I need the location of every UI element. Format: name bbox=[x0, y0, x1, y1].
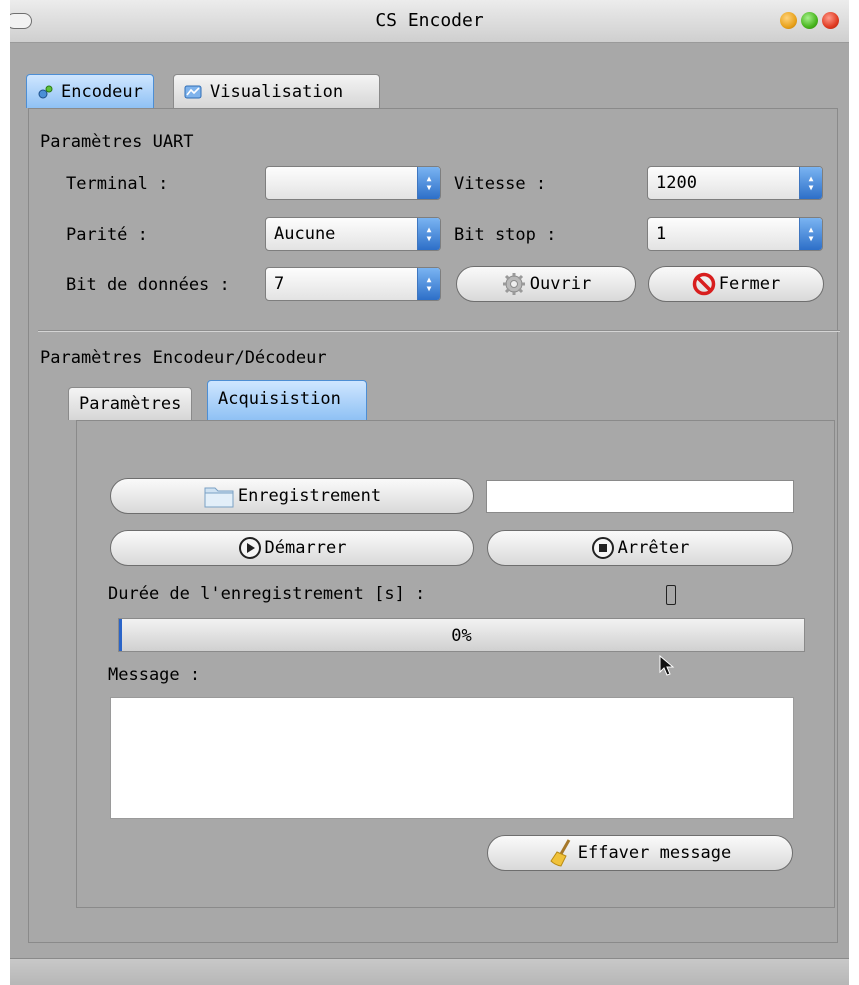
window-title: CS Encoder bbox=[375, 10, 484, 31]
demarrer-button-label: Démarrer bbox=[264, 538, 347, 558]
parite-select[interactable]: Aucune ▲ ▼ bbox=[265, 217, 441, 251]
no-entry-icon bbox=[692, 272, 716, 296]
fermer-button-label: Fermer bbox=[718, 274, 781, 294]
filename-field[interactable] bbox=[486, 480, 794, 513]
tab-visualisation-label: Visualisation bbox=[210, 81, 344, 102]
encoder-icon bbox=[37, 84, 53, 100]
section-divider bbox=[38, 330, 840, 332]
title-bar: CS Encoder bbox=[10, 0, 849, 43]
tab-parametres[interactable]: Paramètres bbox=[68, 387, 193, 420]
vitesse-select-value: 1200 bbox=[656, 173, 697, 193]
app-window: CS Encoder Encodeur Visualisation Paramè… bbox=[10, 0, 849, 985]
bit-donnees-label: Bit de données : bbox=[66, 275, 230, 295]
fermer-button[interactable]: Fermer bbox=[648, 266, 824, 302]
terminal-label: Terminal : bbox=[66, 174, 169, 194]
tab-acquisition-label: Acquisistion bbox=[218, 389, 341, 409]
gear-icon bbox=[501, 271, 527, 297]
tab-encodeur-label: Encodeur bbox=[61, 81, 143, 102]
ouvrir-button[interactable]: Ouvrir bbox=[456, 266, 636, 302]
effacer-message-button[interactable]: Effaver message bbox=[487, 835, 793, 871]
tab-parametres-label: Paramètres bbox=[79, 394, 182, 414]
message-area[interactable] bbox=[110, 697, 794, 819]
arreter-button[interactable]: Arrêter bbox=[487, 530, 793, 566]
play-icon bbox=[238, 536, 262, 560]
ouvrir-button-label: Ouvrir bbox=[529, 274, 592, 294]
codec-section-title: Paramètres Encodeur/Décodeur bbox=[40, 348, 327, 368]
terminal-select-arrow-icon: ▲ ▼ bbox=[417, 167, 440, 199]
minimize-button[interactable] bbox=[780, 12, 797, 29]
arreter-button-label: Arrêter bbox=[617, 538, 690, 558]
vitesse-select[interactable]: 1200 ▲ ▼ bbox=[647, 166, 823, 200]
message-label: Message : bbox=[108, 665, 201, 685]
enregistrement-button-label: Enregistrement bbox=[237, 486, 382, 506]
bit-donnees-select-value: 7 bbox=[274, 274, 285, 294]
parite-label: Parité : bbox=[66, 225, 148, 245]
chart-icon bbox=[184, 84, 202, 100]
parite-select-arrow-icon: ▲ ▼ bbox=[417, 218, 440, 250]
status-bar bbox=[10, 958, 849, 985]
uart-section-title: Paramètres UART bbox=[40, 132, 194, 152]
vitesse-select-arrow-icon: ▲ ▼ bbox=[799, 167, 822, 199]
bit-stop-select-arrow-icon: ▲ ▼ bbox=[799, 218, 822, 250]
folder-icon bbox=[203, 483, 235, 509]
close-button[interactable] bbox=[822, 12, 839, 29]
bit-stop-select[interactable]: 1 ▲ ▼ bbox=[647, 217, 823, 251]
parite-select-value: Aucune bbox=[274, 224, 336, 244]
tab-acquisition[interactable]: Acquisistion bbox=[207, 380, 367, 420]
terminal-select[interactable]: ▲ ▼ bbox=[265, 166, 441, 200]
vitesse-label: Vitesse : bbox=[454, 174, 547, 194]
progress-text: 0% bbox=[451, 626, 472, 646]
duree-label: Durée de l'enregistrement [s] : bbox=[108, 584, 426, 604]
bit-donnees-select[interactable]: 7 ▲ ▼ bbox=[265, 267, 441, 301]
demarrer-button[interactable]: Démarrer bbox=[110, 530, 474, 566]
broom-icon bbox=[549, 838, 575, 868]
duree-lcd-value: 0 bbox=[666, 585, 676, 605]
stop-icon bbox=[591, 536, 615, 560]
effacer-message-label: Effaver message bbox=[577, 843, 732, 863]
zoom-button[interactable] bbox=[801, 12, 818, 29]
tab-encodeur[interactable]: Encodeur bbox=[26, 74, 154, 108]
enregistrement-button[interactable]: Enregistrement bbox=[110, 478, 474, 514]
mouse-cursor-icon bbox=[659, 654, 675, 682]
tab-visualisation[interactable]: Visualisation bbox=[173, 74, 380, 108]
progress-bar: 0% bbox=[118, 618, 805, 652]
bit-stop-select-value: 1 bbox=[656, 224, 667, 244]
bit-donnees-select-arrow-icon: ▲ ▼ bbox=[417, 268, 440, 300]
bit-stop-label: Bit stop : bbox=[454, 225, 557, 245]
